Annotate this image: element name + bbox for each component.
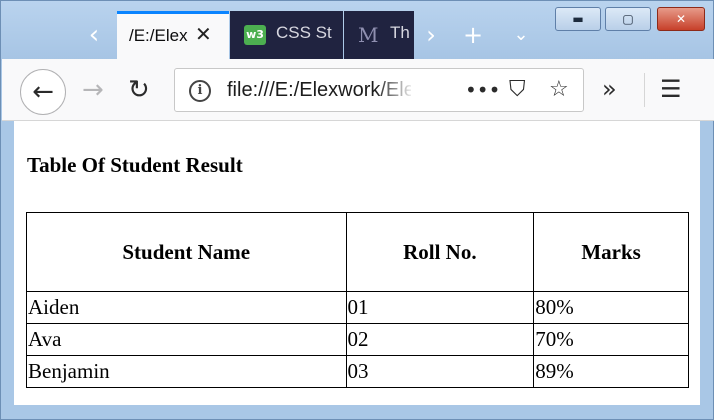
minimize-icon[interactable]: ▬ [555,7,601,31]
window-close-icon[interactable]: ✕ [657,7,705,31]
cell-roll-no: 03 [345,355,535,388]
tab-label: /E:/Elex [129,26,188,45]
info-icon[interactable]: i [189,80,211,102]
back-arrow-icon[interactable]: ← [20,69,66,115]
overflow-menu-icon[interactable]: » [602,73,617,105]
chevron-down-icon[interactable]: ⌄ [504,13,538,57]
cell-roll-no: 02 [345,323,535,356]
tab-label: Th [390,23,410,42]
tab-scroll-right-icon[interactable]: › [414,13,448,57]
forward-arrow-icon[interactable]: → [82,73,104,107]
page-title: Table Of Student Result [27,153,243,177]
header-marks: Marks [533,212,689,292]
toolbar-divider [644,73,645,107]
cell-student-name: Ava [26,323,347,356]
close-tab-icon[interactable]: ✕ [195,22,212,47]
more-actions-icon[interactable]: ••• [465,77,500,103]
cell-student-name: Benjamin [26,355,347,388]
header-roll-no: Roll No. [345,212,535,292]
table-row: Ava 02 70% [26,323,689,356]
table-row: Benjamin 03 89% [26,355,689,388]
cell-roll-no: 01 [345,291,535,324]
url-bar[interactable]: i file:///E:/Elexwork/Ele ••• ⛉ ☆ [174,68,584,112]
m-icon: M [358,23,379,47]
tab-css[interactable]: w3 CSS St [230,11,343,59]
tab-label: CSS St [276,23,332,42]
maximize-icon[interactable]: ▢ [605,7,651,31]
cell-marks: 89% [533,355,689,388]
page-content: Table Of Student Result Student Name Rol… [14,121,700,405]
table-header-row: Student Name Roll No. Marks [26,212,689,292]
tab-active[interactable]: /E:/Elex ✕ [117,11,229,59]
cell-student-name: Aiden [26,291,347,324]
tab-bar: ‹ /E:/Elex ✕ w3 CSS St M Th › + ⌄ ▬ ▢ ✕ [1,1,713,61]
new-tab-icon[interactable]: + [456,13,490,57]
browser-window: ‹ /E:/Elex ✕ w3 CSS St M Th › + ⌄ ▬ ▢ ✕ … [0,0,714,420]
navigation-toolbar: ← → ↻ i file:///E:/Elexwork/Ele ••• ⛉ ☆ … [2,59,714,121]
pocket-icon[interactable]: ⛉ [509,77,526,103]
tab-scroll-left-icon[interactable]: ‹ [77,13,111,57]
url-fade [375,71,415,109]
hamburger-menu-icon[interactable]: ☰ [660,73,682,105]
cell-marks: 80% [533,291,689,324]
reload-icon[interactable]: ↻ [128,73,150,107]
window-bottom-frame [1,405,713,419]
bookmark-star-icon[interactable]: ☆ [549,77,569,103]
table-row: Aiden 01 80% [26,291,689,324]
w3schools-icon: w3 [244,25,266,45]
cell-marks: 70% [533,323,689,356]
tab-th[interactable]: M Th [344,11,414,59]
student-result-table: Student Name Roll No. Marks Aiden 01 80%… [26,212,689,388]
header-student-name: Student Name [26,212,347,292]
